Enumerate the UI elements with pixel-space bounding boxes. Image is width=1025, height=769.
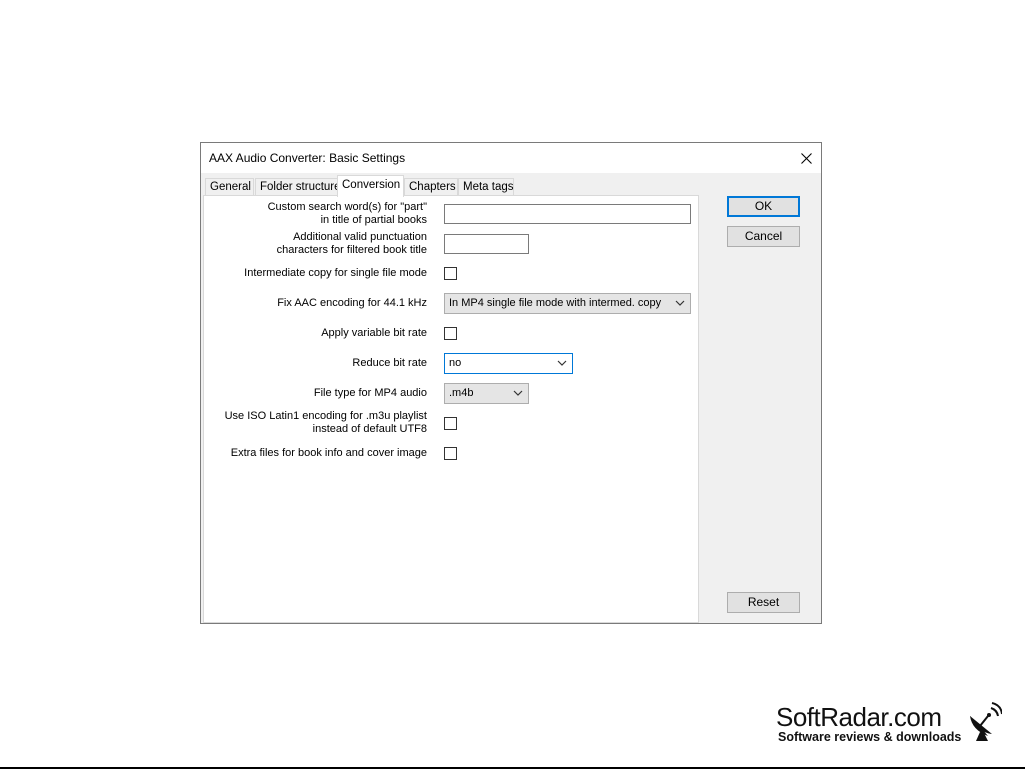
fix-aac-label: Fix AAC encoding for 44.1 kHz	[277, 297, 427, 309]
tab-general[interactable]: General	[205, 178, 254, 195]
close-icon	[800, 152, 812, 164]
custom-search-label: Custom search word(s) for "part" in titl…	[221, 201, 427, 227]
custom-search-label-line2: in title of partial books	[320, 214, 427, 226]
iso-latin-label: Use ISO Latin1 encoding for .m3u playlis…	[211, 410, 427, 436]
ok-button[interactable]: OK	[727, 196, 800, 217]
file-type-dropdown[interactable]: .m4b	[444, 383, 529, 404]
cancel-button[interactable]: Cancel	[727, 226, 800, 247]
chevron-down-icon	[557, 360, 567, 366]
dialog-title: AAX Audio Converter: Basic Settings	[209, 151, 406, 165]
watermark-brand: SoftRadar.com	[776, 702, 942, 732]
iso-latin-checkbox[interactable]	[444, 417, 457, 430]
custom-search-label-line1: Custom search word(s) for "part"	[267, 201, 427, 213]
iso-latin-label-line1: Use ISO Latin1 encoding for .m3u playlis…	[224, 410, 427, 422]
punctuation-label-line2: characters for filtered book title	[276, 244, 427, 256]
file-type-value: .m4b	[449, 387, 474, 399]
variable-bitrate-label: Apply variable bit rate	[321, 327, 427, 339]
tab-conversion[interactable]: Conversion	[337, 175, 404, 197]
satellite-dish-icon	[970, 702, 1002, 741]
conversion-panel	[203, 195, 699, 623]
punctuation-input[interactable]	[444, 234, 529, 254]
tab-meta-tags[interactable]: Meta tags	[458, 178, 514, 195]
chevron-down-icon	[513, 390, 523, 396]
intermediate-copy-label: Intermediate copy for single file mode	[244, 267, 427, 279]
settings-dialog: AAX Audio Converter: Basic Settings Gene…	[200, 142, 822, 624]
iso-latin-label-line2: instead of default UTF8	[312, 423, 427, 435]
variable-bitrate-checkbox[interactable]	[444, 327, 457, 340]
watermark-tagline: Software reviews & downloads	[778, 730, 962, 744]
punctuation-label: Additional valid punctuation characters …	[221, 231, 427, 257]
extra-files-label: Extra files for book info and cover imag…	[230, 447, 427, 459]
fix-aac-value: In MP4 single file mode with intermed. c…	[449, 297, 662, 309]
reset-button[interactable]: Reset	[727, 592, 800, 613]
chevron-down-icon	[675, 300, 685, 306]
reduce-bitrate-value: no	[449, 357, 462, 369]
intermediate-copy-checkbox[interactable]	[444, 267, 457, 280]
title-bar: AAX Audio Converter: Basic Settings	[201, 143, 821, 173]
reduce-bitrate-label: Reduce bit rate	[352, 357, 427, 369]
extra-files-checkbox[interactable]	[444, 447, 457, 460]
file-type-label: File type for MP4 audio	[313, 387, 427, 399]
reduce-bitrate-dropdown[interactable]: no	[444, 353, 573, 374]
tab-chapters[interactable]: Chapters	[404, 178, 458, 195]
close-button[interactable]	[791, 143, 821, 173]
fix-aac-dropdown[interactable]: In MP4 single file mode with intermed. c…	[444, 293, 691, 314]
custom-search-input[interactable]	[444, 204, 691, 224]
punctuation-label-line1: Additional valid punctuation	[293, 231, 427, 243]
tab-folder-structure[interactable]: Folder structure	[255, 178, 341, 195]
